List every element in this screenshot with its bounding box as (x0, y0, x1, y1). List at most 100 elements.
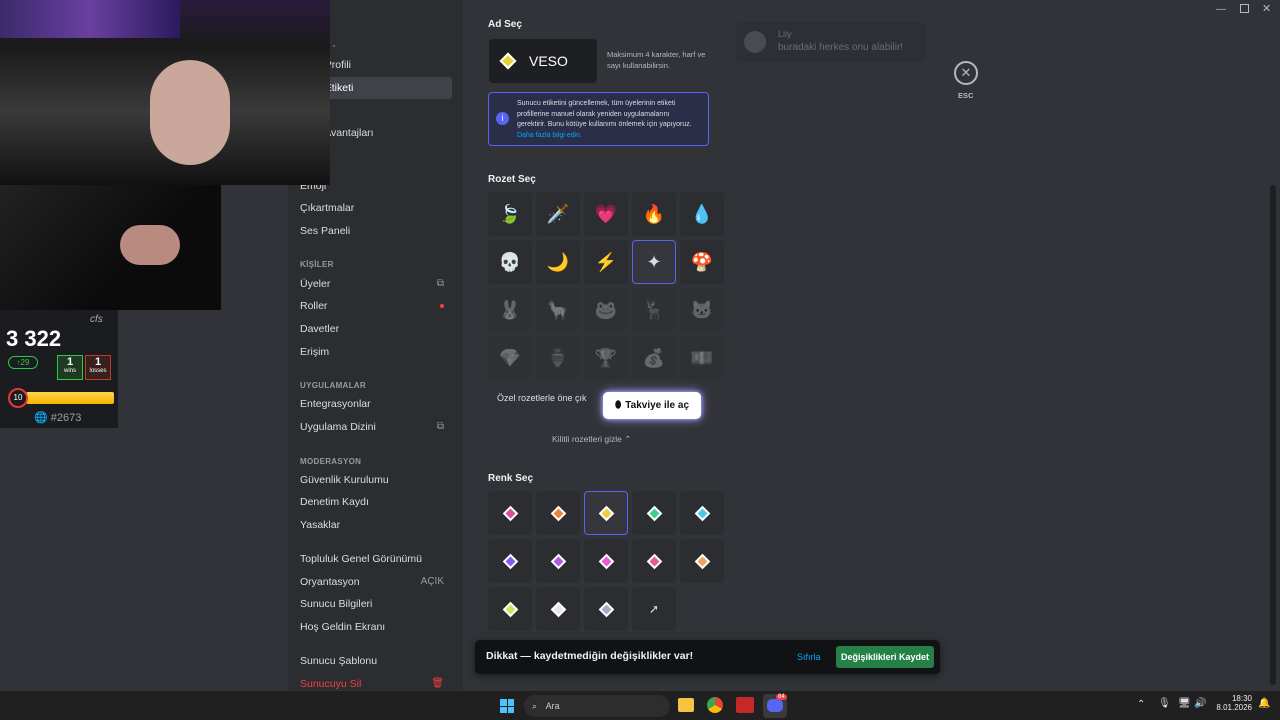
notification-dot (440, 304, 444, 308)
color-option[interactable] (584, 587, 628, 631)
notification-icon[interactable]: 🔔 (1258, 698, 1270, 709)
info-banner: i Sunucu etiketini güncellemek, tüm üyel… (488, 92, 709, 146)
promo-text: Özel rozetlerle öne çık (497, 393, 587, 403)
tag-name-input[interactable]: VESO (489, 39, 597, 83)
learn-more-link[interactable]: Daha fazla bilgi edin. (517, 132, 582, 139)
clock[interactable]: 18:30 8.01.2026 (1216, 694, 1252, 712)
sidebar-item-roles[interactable]: Roller (292, 295, 452, 317)
badge-option: 🏺 (536, 336, 580, 380)
sidebar-item-integrations[interactable]: Entegrasyonlar (292, 393, 452, 415)
color-option[interactable] (536, 539, 580, 583)
color-option[interactable] (488, 491, 532, 535)
globe-icon: 🌐 (34, 412, 48, 424)
badge-option: 🐸 (584, 288, 628, 332)
sidebar-item-access[interactable]: Erişim (292, 341, 452, 363)
hide-locked-toggle[interactable]: Kilitli rozetleri gizle ⌃ (552, 434, 631, 445)
sidebar-item-bans[interactable]: Yasaklar (292, 514, 452, 536)
sidebar-item-server-info[interactable]: Sunucu Bilgileri (292, 593, 452, 615)
name-section-title: Ad Seç (488, 19, 522, 30)
discord-taskbar-button[interactable]: 84 (763, 694, 787, 718)
level-progress-bar (26, 392, 114, 404)
tag-preview-card: Lily buradaki herkes onu alabilir! (736, 22, 926, 62)
badge-option: 🦙 (536, 288, 580, 332)
color-option[interactable] (488, 587, 532, 631)
sidebar-item-app-directory[interactable]: Uygulama Dizini ⧉ (292, 416, 452, 438)
sidebar-item-audit-log[interactable]: Denetim Kaydı (292, 491, 452, 513)
network-icon[interactable]: 🖥 (1178, 698, 1191, 709)
color-swatch-gem (550, 601, 566, 617)
badge-option[interactable]: 💗 (584, 192, 628, 236)
badge-option[interactable]: 🌙 (536, 240, 580, 284)
sidebar-item-stickers[interactable]: Çıkartmalar (292, 197, 452, 219)
color-swatch-gem (694, 505, 710, 521)
file-explorer-icon[interactable] (678, 698, 694, 712)
tag-hint: Maksimum 4 karakter, harf ve sayı kullan… (607, 50, 706, 70)
custom-color-button[interactable]: ➚ (632, 587, 676, 631)
external-link-icon: ⧉ (436, 278, 444, 289)
color-swatch-gem (550, 553, 566, 569)
badge-section-title: Rozet Seç (488, 174, 536, 185)
handcam-feed (0, 185, 221, 310)
color-option[interactable] (632, 539, 676, 583)
losses-box: 1 losses (85, 355, 111, 380)
color-option[interactable] (584, 491, 628, 535)
chrome-icon[interactable] (707, 697, 723, 713)
sidebar-item-safety-setup[interactable]: Güvenlik Kurulumu (292, 469, 452, 491)
chevron-up-icon: ⌃ (624, 434, 632, 444)
badge-option[interactable]: 🍄 (680, 240, 724, 284)
external-link-icon: ⧉ (436, 421, 444, 432)
color-swatch-gem (598, 601, 614, 617)
close-icon[interactable]: ✕ (954, 61, 978, 85)
microphone-icon[interactable]: 🎙 (1158, 698, 1171, 709)
volume-icon[interactable]: 🔊 (1194, 698, 1206, 709)
color-option[interactable] (632, 491, 676, 535)
window-close-icon[interactable]: ✕ (1262, 2, 1271, 15)
badge-option[interactable]: ⚡ (584, 240, 628, 284)
webcam-feed (0, 0, 330, 185)
reset-button[interactable]: Sıfırla (797, 652, 821, 662)
color-swatch-gem (598, 553, 614, 569)
save-changes-button[interactable]: Değişiklikleri Kaydet (836, 646, 934, 668)
color-option[interactable] (680, 491, 724, 535)
section-header-apps: UYGULAMALAR (300, 381, 366, 390)
badge-option[interactable]: 🗡️ (536, 192, 580, 236)
taskbar-search[interactable]: ⌕ Ara (524, 695, 670, 717)
app-icon[interactable] (736, 697, 754, 713)
badge-option[interactable]: 💀 (488, 240, 532, 284)
minimize-icon[interactable]: — (1216, 4, 1226, 15)
color-swatch-gem (646, 553, 662, 569)
color-section-title: Renk Seç (488, 473, 534, 484)
chevron-up-icon[interactable]: ⌃ (1137, 699, 1145, 710)
scrollbar[interactable] (1270, 185, 1276, 685)
maximize-icon[interactable] (1240, 4, 1249, 13)
sidebar-item-welcome-screen[interactable]: Hoş Geldin Ekranı (292, 616, 452, 638)
color-option[interactable] (680, 539, 724, 583)
badge-option[interactable]: ✦ (632, 240, 676, 284)
boost-unlock-button[interactable]: ⬮ Takviye ile aç (603, 392, 701, 419)
webcam-person (150, 60, 230, 165)
badge-option: 💎 (488, 336, 532, 380)
badge-option: 🐱 (680, 288, 724, 332)
sidebar-item-members[interactable]: Üyeler ⧉ (292, 273, 452, 295)
sidebar-item-soundboard[interactable]: Ses Paneli (292, 220, 452, 242)
badge-option: 💰 (632, 336, 676, 380)
color-swatch-gem (502, 553, 518, 569)
windows-start-icon[interactable] (500, 699, 514, 713)
discord-notification-badge: 84 (776, 694, 787, 700)
tag-badge-icon (499, 52, 517, 70)
color-option[interactable] (536, 587, 580, 631)
esc-label: ESC (958, 91, 974, 100)
sidebar-item-community-overview[interactable]: Topluluk Genel Görünümü (292, 548, 452, 570)
sidebar-item-server-template[interactable]: Sunucu Şablonu (292, 650, 452, 672)
color-option[interactable] (488, 539, 532, 583)
color-option[interactable] (536, 491, 580, 535)
level-badge: 10 (8, 388, 28, 408)
badge-option[interactable]: 🔥 (632, 192, 676, 236)
section-header-people: KİŞİLER (300, 260, 334, 269)
color-option[interactable] (584, 539, 628, 583)
badge-option[interactable]: 💧 (680, 192, 724, 236)
sidebar-item-invites[interactable]: Davetler (292, 318, 452, 340)
sidebar-item-onboarding[interactable]: Oryantasyon AÇIK (292, 571, 452, 593)
color-swatch-gem (502, 505, 518, 521)
badge-option[interactable]: 🍃 (488, 192, 532, 236)
